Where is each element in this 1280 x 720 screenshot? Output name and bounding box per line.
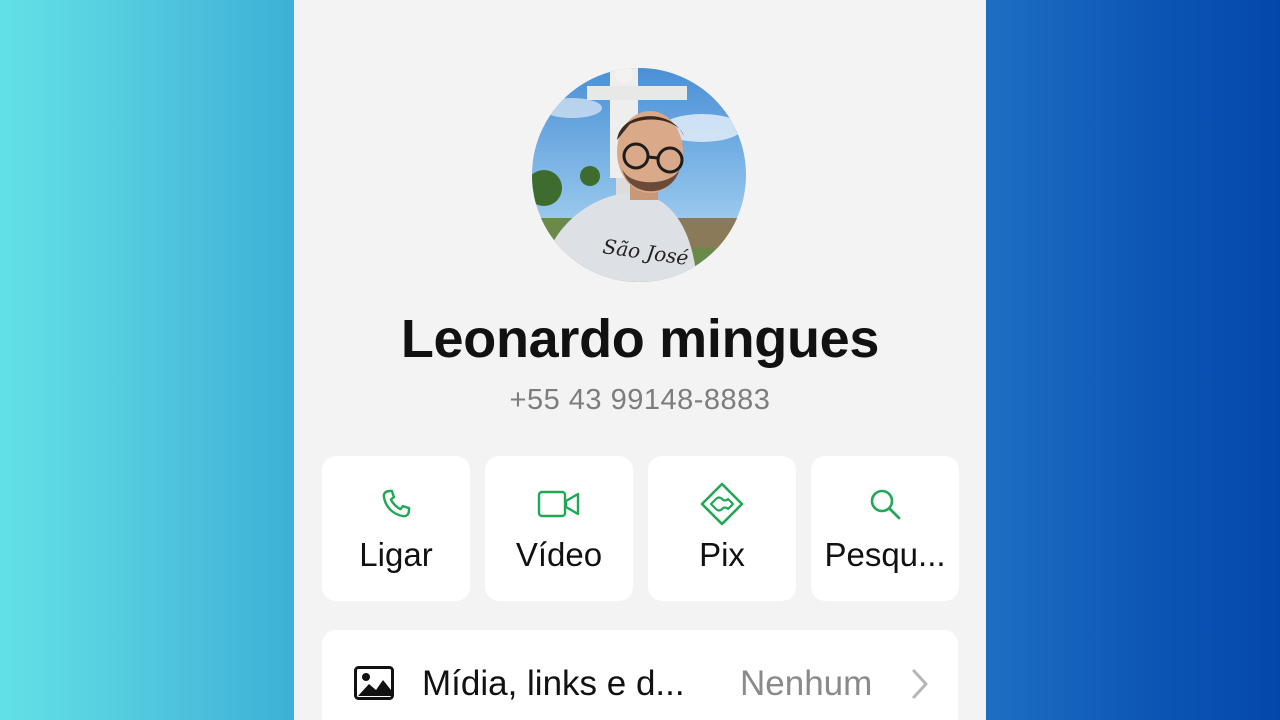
image-icon (354, 666, 394, 700)
pix-button[interactable]: Pix (648, 456, 796, 601)
phone-icon (382, 489, 411, 518)
call-button[interactable]: Ligar (322, 456, 470, 601)
avatar[interactable]: São José (532, 68, 746, 282)
media-count-value: Nenhum (740, 664, 873, 703)
contact-name: Leonardo mingues (400, 309, 880, 369)
chevron-right-icon (912, 669, 928, 699)
search-icon (870, 489, 901, 520)
video-label: Vídeo (515, 536, 603, 573)
background-right (986, 0, 1280, 720)
contact-phone-number[interactable]: +55 43 99148-8883 (294, 384, 986, 417)
background-left (0, 0, 294, 720)
video-button[interactable]: Vídeo (485, 456, 633, 601)
pix-label: Pix (699, 536, 745, 573)
video-icon (537, 490, 580, 518)
search-button[interactable]: Pesqu... (811, 456, 959, 601)
profile-photo: São José (532, 68, 746, 282)
search-label: Pesqu... (824, 536, 946, 573)
media-label: Mídia, links e d... (422, 664, 685, 703)
action-buttons: Ligar Vídeo Pix Pesqu... (322, 456, 959, 601)
media-links-docs-row[interactable]: Mídia, links e d... Nenhum (322, 630, 958, 720)
call-label: Ligar (359, 536, 433, 573)
pix-icon (700, 482, 744, 526)
contact-info-screen: São José Leonardo mingues +55 43 99148-8… (294, 0, 986, 720)
